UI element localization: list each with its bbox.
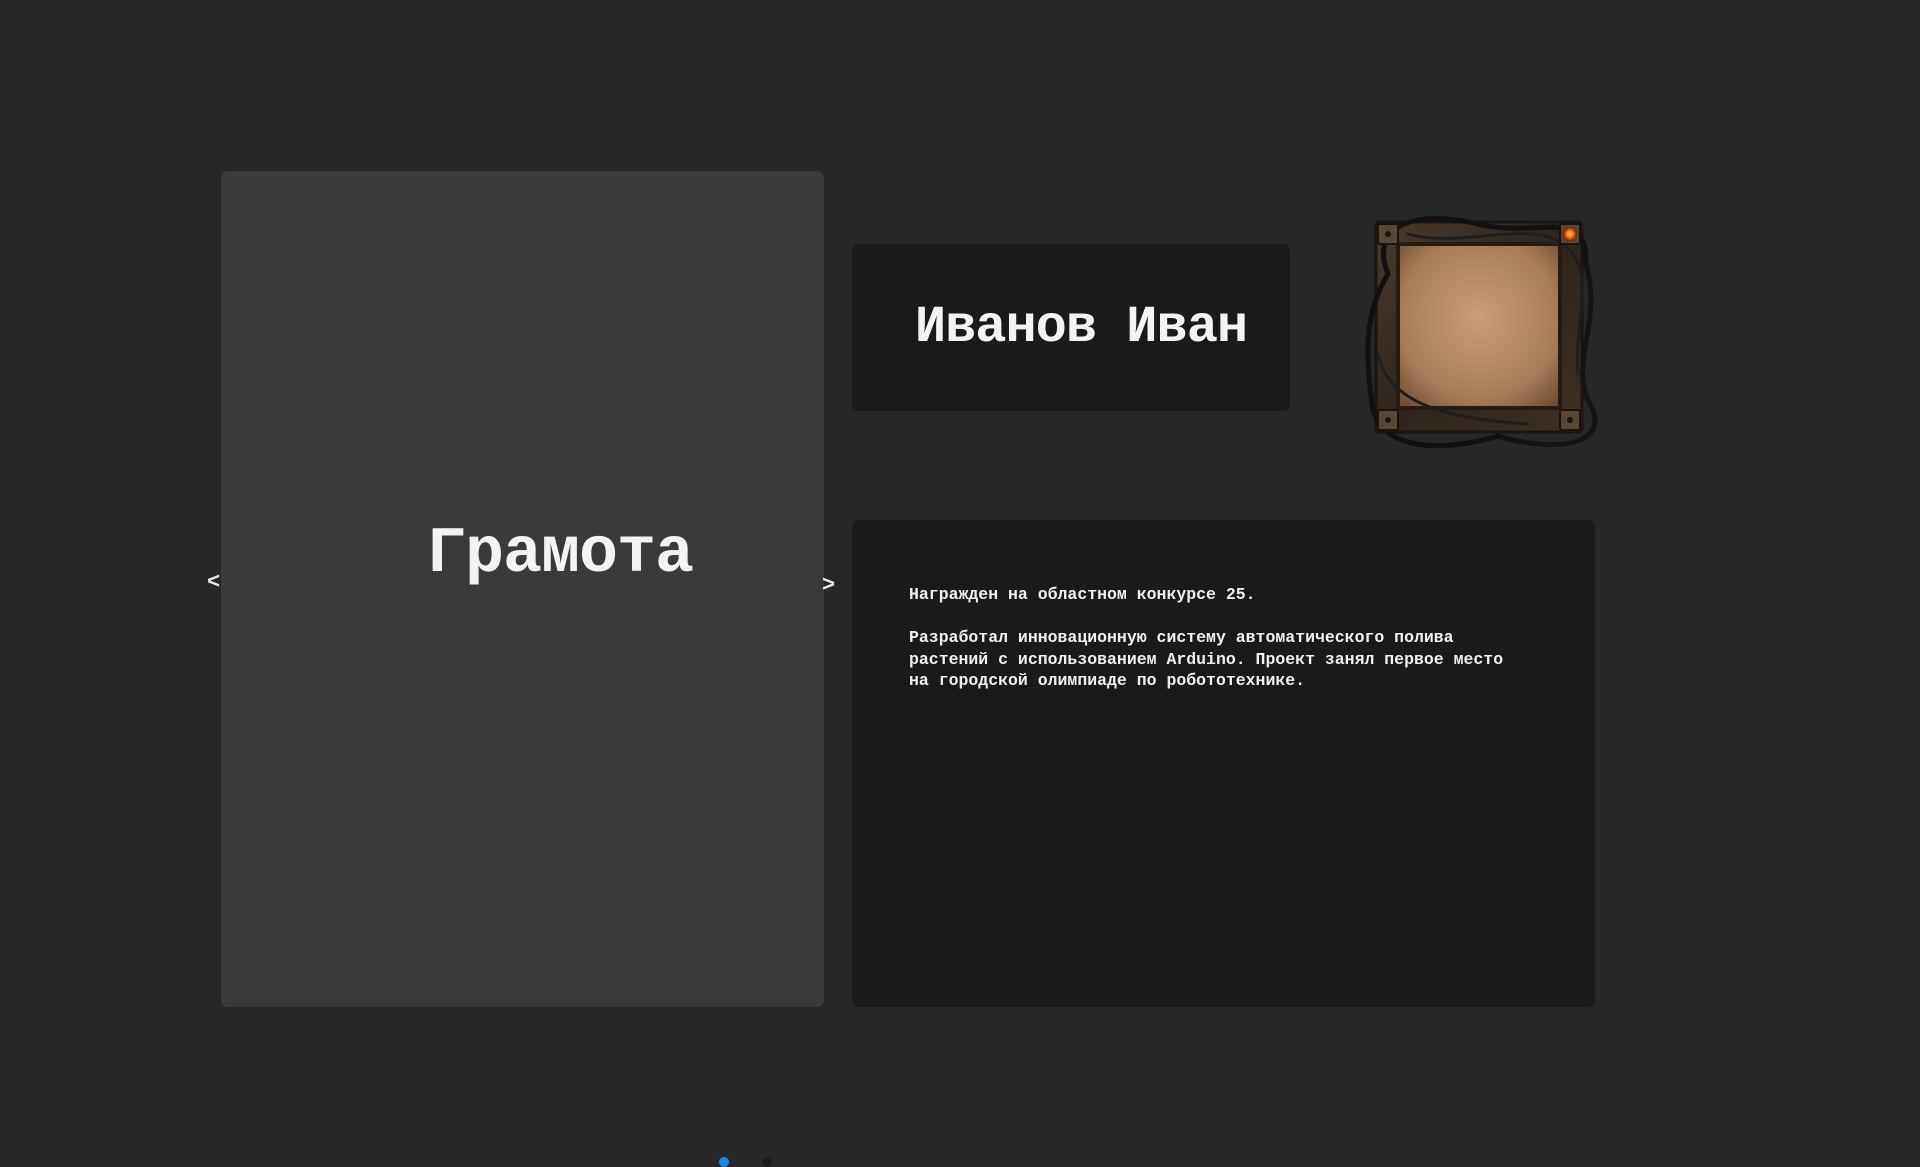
picture-frame-icon: [1365, 215, 1598, 449]
certificate-slider: Грамота: [221, 171, 824, 1167]
slider-next-button[interactable]: >: [822, 575, 835, 597]
slide-title: Грамота: [426, 517, 694, 591]
slider-dot-1[interactable]: [719, 1157, 729, 1167]
slider-prev-button[interactable]: <: [207, 572, 220, 594]
description-text: Награжден на областном конкурсе 25. Разр…: [909, 585, 1504, 691]
avatar: [1358, 204, 1598, 450]
person-name: Иванов Иван: [914, 298, 1248, 357]
slider-dot-2[interactable]: [762, 1157, 772, 1167]
description-panel: Награжден на областном конкурсе 25. Разр…: [852, 520, 1595, 1007]
name-card: Иванов Иван: [852, 244, 1290, 411]
slider-pagination: [719, 1157, 772, 1167]
